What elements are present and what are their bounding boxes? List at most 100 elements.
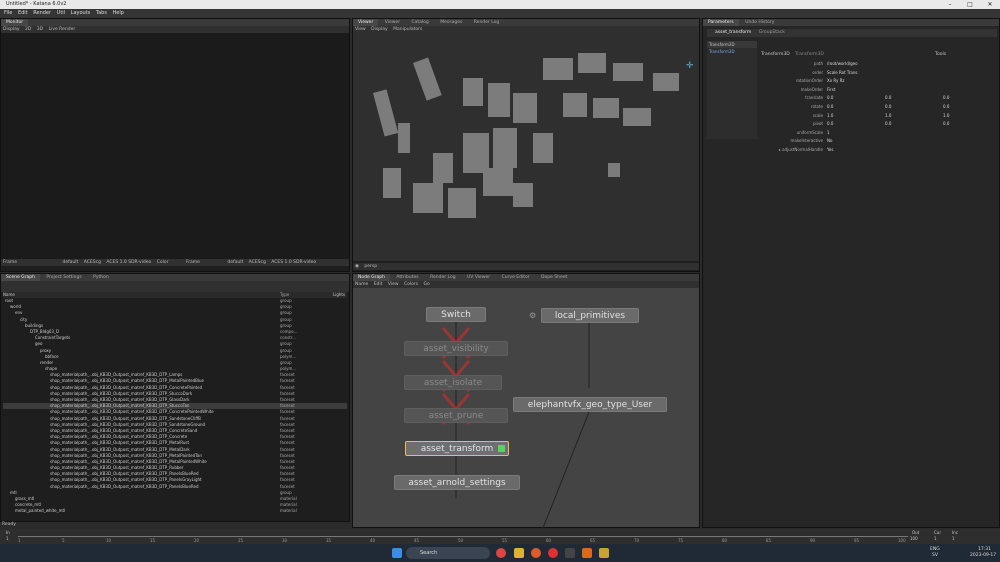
section-header[interactable]: Transform3D Transform3D [761, 52, 824, 57]
tab-dope-sheet[interactable]: Dope Sheet [536, 274, 572, 281]
viewer-viewport[interactable]: ✛ [353, 33, 699, 261]
browser-icon[interactable] [531, 548, 541, 558]
node-name-label[interactable]: asset_transform [715, 30, 751, 35]
axis-gizmo-icon[interactable]: ✛ [686, 61, 694, 71]
menu-file[interactable]: File [4, 9, 12, 18]
monitor-color-select[interactable]: Color [155, 259, 171, 266]
tab-scene-graph[interactable]: Scene Graph [1, 274, 40, 281]
node-asset-prune[interactable]: asset_prune [404, 408, 508, 423]
param-value[interactable]: 1 [825, 129, 995, 136]
node-local-primitives[interactable]: local_primitives [541, 308, 639, 323]
scenegraph-row[interactable]: metal_painted_white_mtl material [3, 508, 347, 514]
monitor-3d-button[interactable]: 3D [35, 26, 45, 33]
app-icon-1[interactable] [496, 548, 506, 558]
node-elephantvfx-geo-type-user[interactable]: elephantvfx_geo_type_User [513, 397, 667, 412]
viewer-view-menu[interactable]: View [353, 26, 368, 33]
col-name[interactable]: Name [3, 292, 15, 297]
timeline-cur-value[interactable]: 1 [934, 536, 937, 541]
param-value[interactable]: Xx Ry Rz [825, 78, 995, 85]
param-value-v2[interactable]: 0.0 [883, 95, 937, 102]
monitor-colorspace-select-2[interactable]: ACEScg [247, 259, 268, 266]
param-value-v1[interactable]: 0.0 [825, 121, 879, 128]
monitor-2d-button[interactable]: 2D [23, 26, 33, 33]
node-asset-isolate[interactable]: asset_isolate [404, 375, 502, 390]
param-value[interactable]: /root/world/geo [825, 61, 995, 67]
tab-messages[interactable]: Messages [435, 19, 467, 26]
param-value-v2[interactable]: 0.0 [883, 121, 937, 128]
timeline-in-value[interactable]: 1 [6, 536, 9, 541]
ng-edit-menu[interactable]: Edit [372, 281, 385, 288]
tab-render-log[interactable]: Render Log [469, 19, 505, 26]
param-value[interactable]: Yes [825, 147, 995, 153]
param-value-v3[interactable]: 0.0 [941, 95, 995, 102]
katana-icon[interactable] [599, 548, 609, 558]
clock-date[interactable]: 2023-09-17 [970, 553, 996, 558]
param-value-v3[interactable]: 0.0 [941, 104, 995, 110]
menu-edit[interactable]: Edit [18, 9, 28, 18]
monitor-canvas[interactable] [1, 33, 349, 259]
tab-undo-history[interactable]: Undo History [740, 19, 779, 26]
param-value[interactable]: First [825, 86, 995, 93]
param-value-v1[interactable]: 0.0 [825, 104, 879, 110]
monitor-default-select-2[interactable]: default [225, 259, 245, 266]
param-value-v2[interactable]: 0.0 [883, 104, 937, 110]
node-switch[interactable]: Switch [426, 307, 486, 322]
tab-node-graph[interactable]: Node Graph [353, 274, 390, 281]
timeline-track[interactable] [18, 536, 908, 537]
param-value-v3[interactable]: 0.0 [941, 121, 995, 128]
timeline-bar[interactable]: In 1 1 5 10 15 20 25 30 35 40 45 50 55 60 65 70 75 80 85 9… [0, 529, 1000, 544]
houdini-icon[interactable] [582, 548, 592, 558]
monitor-live-render-button[interactable]: Live Render [47, 26, 78, 33]
windows-start-icon[interactable] [392, 548, 402, 558]
tools-menu[interactable]: Tools [935, 52, 946, 57]
param-value-v1[interactable]: 0.0 [825, 95, 879, 102]
minimize-button[interactable]: – [940, 0, 960, 9]
ng-colors-menu[interactable]: Colors [402, 281, 420, 288]
lang-indicator[interactable]: ENG [930, 547, 940, 552]
menu-help[interactable]: Help [113, 9, 124, 18]
tab-curve-editor[interactable]: Curve Editor [497, 274, 535, 281]
tab-python[interactable]: Python [88, 274, 114, 281]
menu-layouts[interactable]: Layouts [71, 9, 91, 18]
tab-viewer[interactable]: Viewer [353, 19, 379, 26]
chrome-icon[interactable] [548, 548, 558, 558]
param-value[interactable]: Scale Rot Trans [825, 69, 995, 76]
monitor-default-select[interactable]: default [60, 259, 80, 266]
tab-uv-viewer[interactable]: UV Viewer [462, 274, 495, 281]
clock-time[interactable]: 17:31 [978, 547, 991, 552]
timeline-inc-value[interactable]: 1 [952, 536, 955, 541]
file-explorer-icon[interactable] [514, 548, 524, 558]
param-value-v2[interactable]: 1.0 [883, 112, 937, 119]
ng-go-menu[interactable]: Go [422, 281, 432, 288]
tab-attributes[interactable]: Attributes [391, 274, 423, 281]
close-button[interactable]: ✕ [980, 0, 1000, 9]
tab-viewer-2[interactable]: Viewer [380, 19, 405, 26]
menu-tabs[interactable]: Tabs [96, 9, 107, 18]
viewer-camera-select[interactable]: persp [362, 263, 379, 270]
monitor-view-select-2[interactable]: ACES 1.0 SDR-video [269, 259, 318, 266]
region-indicator[interactable]: SV [932, 553, 938, 558]
view-flag-icon[interactable] [498, 445, 505, 452]
child-list-item[interactable]: Transform3D [707, 48, 757, 55]
menu-render[interactable]: Render [33, 9, 51, 18]
node-asset-visibility[interactable]: asset_visibility [404, 341, 508, 356]
viewer-manipulators-menu[interactable]: Manipulators [391, 26, 424, 33]
node-asset-arnold-settings[interactable]: asset_arnold_settings [394, 475, 520, 490]
ng-view-menu[interactable]: View [386, 281, 401, 288]
tab-parameters[interactable]: Parameters [703, 19, 739, 26]
app-icon-2[interactable] [565, 548, 575, 558]
param-value-v3[interactable]: 1.0 [941, 112, 995, 119]
tab-monitor[interactable]: Monitor [1, 19, 29, 26]
taskbar-search[interactable]: Search [406, 547, 490, 559]
monitor-display-menu[interactable]: Display [1, 26, 22, 33]
ng-name-menu[interactable]: Name [353, 281, 370, 288]
node-asset-transform[interactable]: asset_transform [405, 441, 509, 456]
monitor-colorspace-select[interactable]: ACEScg [82, 259, 103, 266]
param-value[interactable]: No [825, 138, 995, 145]
tab-render-log-2[interactable]: Render Log [425, 274, 461, 281]
tab-project-settings[interactable]: Project Settings [41, 274, 86, 281]
tab-catalog[interactable]: Catalog [407, 19, 434, 26]
monitor-view-select[interactable]: ACES 1.0 SDR-video [104, 259, 153, 266]
menu-util[interactable]: Util [57, 9, 65, 18]
viewer-display-menu[interactable]: Display [369, 26, 390, 33]
